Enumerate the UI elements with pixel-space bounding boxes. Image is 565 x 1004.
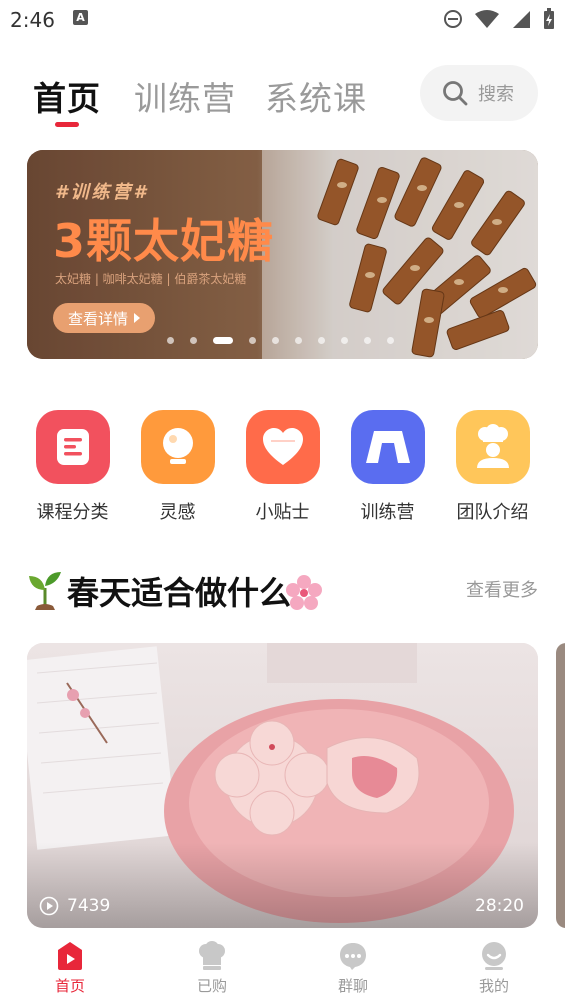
- quick-links: 课程分类 灵感 小贴士 训练营 团队介绍: [0, 410, 565, 530]
- cherry-blossom-icon: [286, 575, 322, 610]
- search-icon: [443, 81, 468, 106]
- video-card[interactable]: 7439 28:20: [27, 643, 538, 928]
- carousel-dot[interactable]: [318, 337, 325, 344]
- quick-link-tips[interactable]: 小贴士: [230, 410, 335, 524]
- top-tabs: 首页 训练营 系统课 搜索: [0, 62, 565, 132]
- quick-link-label: 小贴士: [255, 502, 310, 523]
- banner-button-label: 查看详情: [67, 309, 128, 328]
- quick-link-label: 团队介绍: [456, 502, 529, 523]
- signal-icon: [513, 11, 530, 28]
- battery-icon: [544, 8, 554, 29]
- chef-icon: [455, 410, 530, 484]
- banner-tag: #训练营#: [55, 182, 150, 203]
- heart-icon: [245, 410, 320, 484]
- quick-link-label: 灵感: [159, 502, 196, 523]
- quick-link-inspiration[interactable]: 灵感: [125, 410, 230, 524]
- carousel-dot[interactable]: [364, 337, 371, 344]
- dnd-icon: [444, 10, 462, 28]
- status-bar: 2:46 A: [0, 0, 565, 40]
- quick-link-label: 课程分类: [36, 502, 109, 523]
- search-label: 搜索: [478, 84, 514, 105]
- next-video-card-peek[interactable]: [556, 643, 565, 928]
- tab-home[interactable]: 首页: [33, 72, 101, 120]
- chat-bubble-icon: [340, 943, 366, 970]
- sprout-icon: [29, 572, 61, 610]
- carousel-dots: [167, 337, 394, 344]
- wifi-icon: [475, 10, 499, 28]
- quick-link-course-category[interactable]: 课程分类: [20, 410, 125, 524]
- camp-icon: [350, 410, 425, 484]
- view-count: 7439: [67, 896, 111, 916]
- quick-link-label: 训练营: [360, 502, 415, 523]
- nav-label: 群聊: [337, 977, 368, 995]
- nav-group-chat[interactable]: 群聊: [303, 939, 403, 996]
- notification-a-icon: A: [73, 10, 88, 25]
- nav-mine[interactable]: 我的: [444, 939, 544, 996]
- carousel-dot[interactable]: [167, 337, 174, 344]
- search-button[interactable]: 搜索: [420, 65, 538, 121]
- nav-home[interactable]: 首页: [20, 939, 120, 996]
- carousel-dot-active[interactable]: [213, 337, 233, 344]
- bottom-nav: 首页 已购 群聊 我的: [0, 935, 565, 1004]
- nav-label: 首页: [54, 977, 85, 995]
- home-play-icon: [58, 942, 82, 970]
- tab-system-course[interactable]: 系统课: [265, 72, 367, 120]
- video-duration: 28:20: [475, 896, 524, 916]
- carousel-dot[interactable]: [295, 337, 302, 344]
- banner-subtitle: 太妃糖 | 咖啡太妃糖 | 伯爵茶太妃糖: [55, 272, 247, 286]
- carousel-dot[interactable]: [190, 337, 197, 344]
- quick-link-training-camp[interactable]: 训练营: [335, 410, 440, 524]
- video-views: 7439: [39, 896, 110, 916]
- nav-bought[interactable]: 已购: [162, 939, 262, 996]
- promo-banner[interactable]: #训练营# 3颗太妃糖 太妃糖 | 咖啡太妃糖 | 伯爵茶太妃糖 查看详情: [27, 150, 538, 359]
- carousel-dot[interactable]: [341, 337, 348, 344]
- section-header: 春天适合做什么 查看更多: [27, 568, 538, 618]
- carousel-dot[interactable]: [249, 337, 256, 344]
- banner-details-button[interactable]: 查看详情: [53, 303, 155, 333]
- tab-training-camp[interactable]: 训练营: [134, 72, 236, 120]
- carousel-dot[interactable]: [387, 337, 394, 344]
- quick-link-team[interactable]: 团队介绍: [440, 410, 545, 524]
- play-circle-icon: [39, 896, 59, 916]
- profile-face-icon: [482, 942, 506, 970]
- document-icon: [35, 410, 110, 484]
- nav-label: 我的: [478, 977, 509, 995]
- chef-hat-icon: [199, 941, 225, 970]
- active-tab-indicator: [55, 122, 79, 127]
- status-time: 2:46: [10, 8, 55, 32]
- status-icons: [443, 8, 555, 30]
- nav-label: 已购: [196, 977, 227, 995]
- play-arrow-icon: [134, 313, 140, 323]
- see-more-link[interactable]: 查看更多: [466, 576, 538, 602]
- section-title: 春天适合做什么: [67, 574, 292, 612]
- carousel-dot[interactable]: [272, 337, 279, 344]
- sakura-mooncake-photo: [27, 643, 538, 928]
- lightbulb-icon: [140, 410, 215, 484]
- banner-title: 3颗太妃糖: [53, 214, 275, 268]
